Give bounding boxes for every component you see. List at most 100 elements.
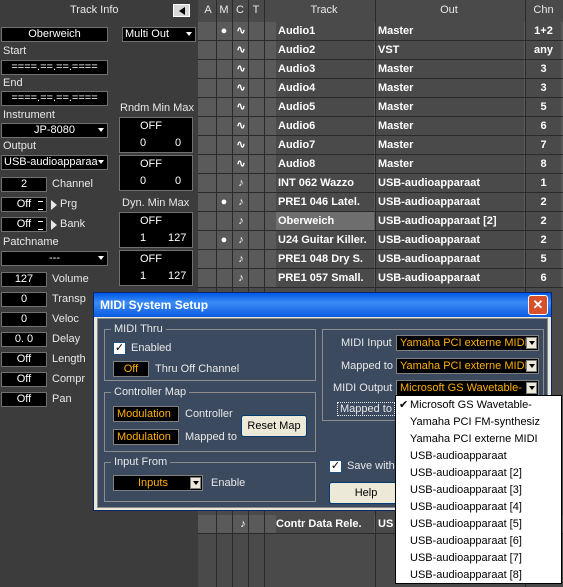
rndm-b-box[interactable]: OFF 0 0 — [119, 155, 193, 191]
track-row[interactable]: ∿ Audio2 VST any — [198, 41, 563, 60]
dialog-titlebar[interactable]: MIDI System Setup — [94, 293, 551, 317]
mapped-label: Mapped to — [185, 431, 237, 443]
dropdown-option-label: USB-audioapparaat — [410, 450, 507, 462]
midi-note-icon: ♪ — [238, 234, 244, 246]
length-field[interactable]: Off — [1, 352, 47, 367]
track-row[interactable]: ♪ PRE1 057 Small. USB-audioapparaat 6 — [198, 269, 563, 288]
bank-field[interactable]: Off — [1, 217, 47, 232]
track-row[interactable]: ∿ Audio4 Master 3 — [198, 79, 563, 98]
monitor-dot-icon[interactable]: ● — [217, 193, 231, 211]
header-track[interactable]: Track — [274, 0, 374, 21]
channel-field[interactable]: 2 — [1, 177, 47, 192]
instrument-select[interactable]: JP-8080 — [1, 123, 108, 138]
track-row[interactable]: ♪ PRE1 048 Dry S. USB-audioapparaat 5 — [198, 250, 563, 269]
controller-field[interactable]: Modulation — [113, 406, 179, 422]
monitor-dot-icon[interactable]: ● — [217, 231, 231, 249]
enabled-checkbox[interactable]: ✓ — [113, 342, 126, 355]
compr-field[interactable]: Off — [1, 372, 47, 387]
dropdown-option[interactable]: USB-audioapparaat — [396, 448, 561, 465]
track-chn: 2 — [526, 193, 561, 211]
track-chn: 3 — [526, 79, 561, 97]
midi-input-select[interactable]: Yamaha PCI externe MIDI — [396, 335, 539, 351]
header-a[interactable]: A — [200, 0, 216, 21]
end-field[interactable]: ====.==.==.==== — [1, 91, 108, 106]
help-button[interactable]: Help — [329, 482, 403, 504]
dropdown-option[interactable]: Yamaha PCI FM-synthesiz — [396, 414, 561, 431]
dropdown-option[interactable]: USB-audioapparaat [2] — [396, 465, 561, 482]
dropdown-option[interactable]: USB-audioapparaat [7] — [396, 550, 561, 567]
track-row[interactable]: ∿ Audio6 Master 6 — [198, 117, 563, 136]
prg-field[interactable]: Off — [1, 197, 47, 212]
dropdown-option[interactable]: USB-audioapparaat [6] — [396, 533, 561, 550]
track-row[interactable]: ● ♪ U24 Guitar Killer. USB-audioapparaat 2 — [198, 231, 563, 250]
prg-arrow-icon[interactable] — [51, 200, 57, 210]
delay-field[interactable]: 0. 0 — [1, 332, 47, 347]
dropdown-option[interactable]: USB-audioapparaat [3] — [396, 482, 561, 499]
enable-label: Enable — [211, 477, 246, 489]
dropdown-option[interactable]: ✔ Microsoft GS Wavetable- — [396, 397, 561, 414]
pan-field[interactable]: Off — [1, 392, 47, 407]
bank-arrow-icon[interactable] — [51, 220, 57, 230]
veloc-field[interactable]: 0 — [1, 312, 47, 327]
dropdown-option[interactable]: USB-audioapparaat [5] — [396, 516, 561, 533]
track-row[interactable]: ∿ Audio3 Master 3 — [198, 60, 563, 79]
inspector-title: Track Info — [70, 4, 119, 16]
monitor-dot-icon[interactable]: ● — [217, 22, 231, 40]
header-out[interactable]: Out — [374, 0, 524, 21]
save-with-checkbox[interactable]: ✓ — [329, 460, 342, 473]
output-select[interactable]: USB-audioapparaa — [1, 155, 108, 170]
track-out: Master — [376, 136, 524, 154]
delay-label: Delay — [52, 333, 81, 345]
track-name-field[interactable]: Oberweich — [1, 27, 108, 42]
track-row[interactable]: ● ♪ PRE1 046 Latel. USB-audioapparaat 2 — [198, 193, 563, 212]
dropdown-option[interactable]: USB-audioapparaat [4] — [396, 499, 561, 516]
reset-map-button[interactable]: Reset Map — [241, 415, 307, 437]
track-row[interactable]: ♪ Oberweich USB-audioapparaat [2] 2 — [198, 212, 563, 231]
transp-label: Transp — [52, 293, 86, 305]
header-m[interactable]: M — [216, 0, 232, 21]
multi-out-select[interactable]: Multi Out — [122, 27, 196, 42]
track-name: Audio7 — [276, 136, 374, 154]
track-name: Audio8 — [276, 155, 374, 173]
midi-note-icon: ♪ — [238, 253, 244, 265]
track-name: Contr Data Rele. — [276, 515, 374, 533]
start-field[interactable]: ====.==.==.==== — [1, 60, 108, 75]
track-row[interactable]: ∿ Audio8 Master 8 — [198, 155, 563, 174]
volume-field[interactable]: 127 — [1, 272, 47, 287]
mapped-to-select[interactable]: Yamaha PCI externe MIDI — [396, 358, 539, 374]
prg-label: Prg — [60, 198, 78, 210]
rndm-b-state: OFF — [140, 158, 162, 170]
header-t[interactable]: T — [248, 0, 264, 21]
start-label: Start — [3, 45, 27, 57]
track-row[interactable]: ∿ Audio7 Master 7 — [198, 136, 563, 155]
audio-wave-icon: ∿ — [236, 82, 246, 94]
mapped-to-value: Yamaha PCI externe MIDI — [400, 360, 528, 372]
dropdown-option-label: USB-audioapparaat [3] — [410, 484, 522, 496]
track-chn: any — [526, 41, 561, 59]
mapped-field[interactable]: Modulation — [113, 429, 179, 445]
patchname-select[interactable]: --- — [1, 251, 108, 266]
track-chn: 8 — [526, 155, 561, 173]
track-row[interactable]: ∿ Audio5 Master 5 — [198, 98, 563, 117]
end-label: End — [3, 77, 23, 89]
midi-output-value: Microsoft GS Wavetable- — [400, 382, 522, 394]
midi-output-select[interactable]: Microsoft GS Wavetable- — [396, 380, 539, 396]
header-chn[interactable]: Chn — [526, 0, 561, 21]
transp-field[interactable]: 0 — [1, 292, 47, 307]
dropdown-option[interactable]: USB-audioapparaat [8] — [396, 567, 561, 584]
close-icon[interactable]: ✕ — [528, 295, 548, 315]
track-name: INT 062 Wazzo — [276, 174, 374, 192]
header-c[interactable]: C — [232, 0, 248, 21]
audio-wave-icon: ∿ — [236, 120, 246, 132]
pan-label: Pan — [52, 393, 72, 405]
thru-off-channel-field[interactable]: Off — [113, 361, 149, 377]
dropdown-option[interactable]: Yamaha PCI externe MIDI — [396, 431, 561, 448]
triangle-left-icon[interactable] — [173, 4, 190, 17]
chevron-down-icon — [526, 360, 537, 372]
track-row[interactable]: ♪ INT 062 Wazzo USB-audioapparaat 1 — [198, 174, 563, 193]
dyn-b-box[interactable]: OFF 1 127 — [119, 250, 193, 286]
inputs-select[interactable]: Inputs — [113, 475, 203, 491]
rndm-a-box[interactable]: OFF 0 0 — [119, 117, 193, 153]
track-row[interactable]: ● ∿ Audio1 Master 1+2 — [198, 22, 563, 41]
dyn-a-box[interactable]: OFF 1 127 — [119, 212, 193, 248]
